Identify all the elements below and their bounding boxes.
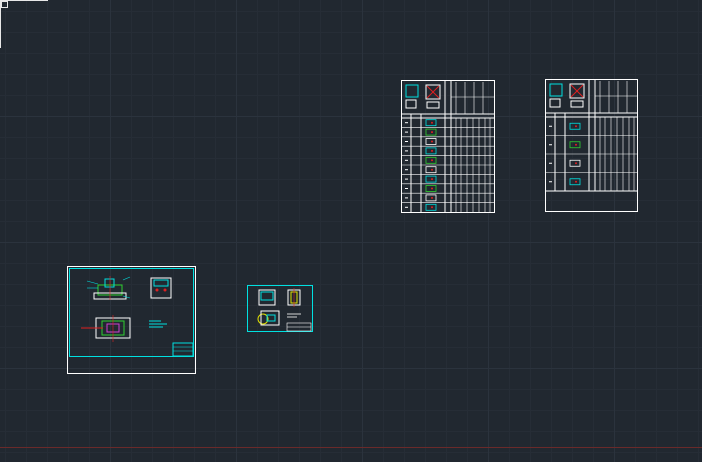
step-marker (575, 162, 577, 165)
step-marker (431, 168, 433, 171)
step-marker (431, 121, 433, 124)
step-marker (431, 206, 433, 209)
ucs-icon (0, 0, 48, 48)
step-marker (431, 178, 433, 181)
step-marker (431, 131, 433, 134)
drawing-canvas[interactable] (0, 0, 702, 462)
x-axis-line (0, 447, 702, 448)
process-card-sheet-1[interactable] (401, 80, 495, 214)
fixture-assembly-drawing[interactable] (67, 266, 197, 376)
part-drawing[interactable] (247, 285, 315, 333)
step-marker (575, 143, 577, 146)
step-marker (431, 159, 433, 162)
step-marker (575, 125, 577, 128)
step-marker (431, 140, 433, 143)
step-marker (575, 180, 577, 183)
step-marker (431, 149, 433, 152)
step-marker (431, 196, 433, 199)
process-card-sheet-2[interactable] (545, 79, 639, 213)
step-marker (431, 187, 433, 190)
